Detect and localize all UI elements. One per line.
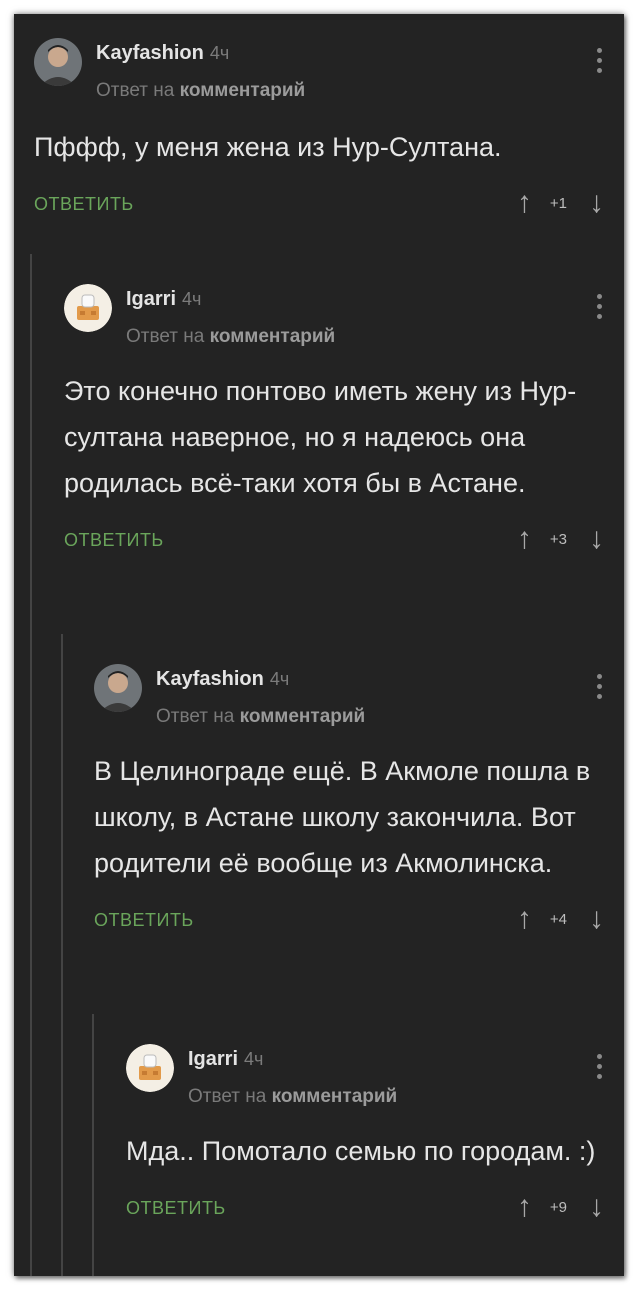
vote-controls: ↑ +4 ↓ [517, 902, 604, 936]
comment-thread: Kayfashion 4ч Ответ на комментарий Пффф, … [14, 14, 624, 1276]
thread-line [92, 1014, 94, 1276]
comment-header: Igarri 4ч Ответ на комментарий [126, 1036, 605, 1107]
more-vertical-icon[interactable] [597, 48, 605, 73]
reply-to-link[interactable]: Ответ на комментарий [188, 1086, 397, 1108]
comment-actions: ОТВЕТИТЬ ↑ +3 ↓ [64, 522, 604, 562]
reply-button[interactable]: ОТВЕТИТЬ [126, 1198, 226, 1219]
thread-line [61, 634, 63, 1276]
comment-text: Это конечно понтово иметь жену из Нур-су… [64, 376, 577, 498]
reply-button[interactable]: ОТВЕТИТЬ [94, 910, 194, 931]
comment-header: Igarri 4ч Ответ на комментарий [64, 276, 605, 347]
author-name[interactable]: Kayfashion 4ч [96, 42, 229, 65]
comment-time: 4ч [269, 669, 290, 689]
reply-to-link[interactable]: Ответ на комментарий [156, 706, 365, 728]
author-name[interactable]: Kayfashion 4ч [156, 668, 289, 691]
vote-score: +9 [549, 1198, 567, 1216]
vote-controls: ↑ +3 ↓ [517, 522, 604, 556]
arrow-up-icon[interactable]: ↑ [517, 522, 532, 556]
reply-to-link[interactable]: Ответ на комментарий [126, 326, 335, 348]
avatar[interactable] [126, 1044, 174, 1092]
author-name[interactable]: Igarri 4ч [188, 1048, 263, 1071]
comment-text: Пффф, у меня жена из Нур-Султана. [34, 132, 502, 162]
more-vertical-icon[interactable] [597, 674, 605, 699]
author-name[interactable]: Igarri 4ч [126, 288, 201, 311]
arrow-up-icon[interactable]: ↑ [517, 902, 532, 936]
arrow-up-icon[interactable]: ↑ [517, 186, 532, 220]
more-vertical-icon[interactable] [597, 294, 605, 319]
reply-button[interactable]: ОТВЕТИТЬ [64, 530, 164, 551]
vote-controls: ↑ +9 ↓ [517, 1190, 604, 1224]
comment-actions: ОТВЕТИТЬ ↑ +1 ↓ [34, 186, 604, 226]
reply-to-link[interactable]: Ответ на комментарий [96, 80, 305, 102]
comment-time: 4ч [209, 43, 230, 63]
comment: Kayfashion 4ч Ответ на комментарий В Цели… [94, 656, 604, 942]
comment-time: 4ч [182, 289, 202, 309]
comment-header: Kayfashion 4ч Ответ на комментарий [34, 30, 605, 101]
more-vertical-icon[interactable] [597, 1054, 605, 1079]
comment-text: Мда.. Помотало семью по городам. :) [126, 1136, 596, 1166]
comment: Igarri 4ч Ответ на комментарий Мда.. Помо… [126, 1036, 604, 1230]
arrow-down-icon[interactable]: ↓ [589, 186, 604, 220]
comment-actions: ОТВЕТИТЬ ↑ +9 ↓ [126, 1190, 604, 1230]
comment-time: 4ч [244, 1049, 264, 1069]
vote-score: +3 [549, 530, 567, 548]
arrow-down-icon[interactable]: ↓ [589, 522, 604, 556]
avatar[interactable] [34, 38, 82, 86]
comment-actions: ОТВЕТИТЬ ↑ +4 ↓ [94, 902, 604, 942]
reply-button[interactable]: ОТВЕТИТЬ [34, 194, 134, 215]
comment-header: Kayfashion 4ч Ответ на комментарий [94, 656, 605, 727]
vote-score: +1 [549, 194, 567, 212]
comment: Igarri 4ч Ответ на комментарий Это конечн… [64, 276, 604, 562]
comment: Kayfashion 4ч Ответ на комментарий Пффф, … [34, 30, 604, 226]
vote-score: +4 [549, 910, 567, 928]
avatar[interactable] [94, 664, 142, 712]
comment-text: В Целинограде ещё. В Акмоле пошла в школ… [94, 756, 591, 878]
vote-controls: ↑ +1 ↓ [517, 186, 604, 220]
arrow-up-icon[interactable]: ↑ [517, 1190, 532, 1224]
avatar[interactable] [64, 284, 112, 332]
arrow-down-icon[interactable]: ↓ [589, 902, 604, 936]
thread-line [30, 254, 32, 1276]
arrow-down-icon[interactable]: ↓ [589, 1190, 604, 1224]
